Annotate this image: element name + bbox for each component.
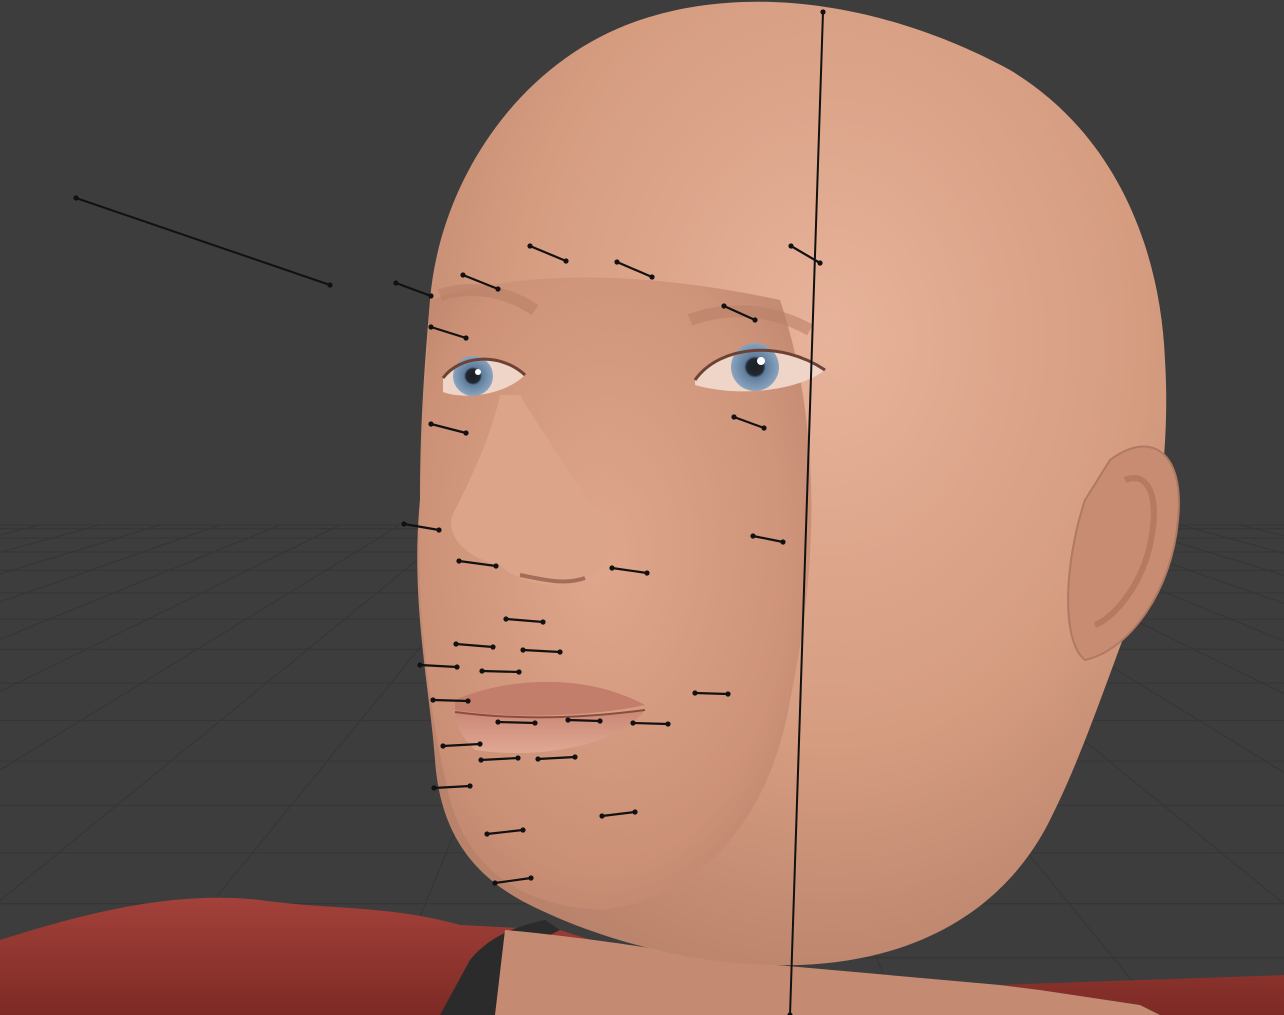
bone-joint — [527, 243, 533, 249]
viewport-scene[interactable] — [0, 0, 1284, 1015]
bone-joint — [393, 280, 399, 286]
bone-joint — [557, 649, 563, 655]
bone-joint — [495, 719, 501, 725]
bone-joint — [495, 286, 501, 292]
bone-joint — [665, 721, 671, 727]
bone-joint — [565, 717, 571, 723]
bone-joint — [725, 691, 731, 697]
bone-joint — [630, 720, 636, 726]
bone-joint — [692, 690, 698, 696]
bone-joint — [597, 718, 603, 724]
bone-joint — [460, 272, 466, 278]
bone-joint — [492, 880, 498, 886]
bone[interactable] — [73, 195, 333, 288]
bone-joint — [599, 813, 605, 819]
bone-joint — [436, 527, 442, 533]
bone-joint — [417, 662, 423, 668]
bone-joint — [456, 558, 462, 564]
bone-joint — [440, 743, 446, 749]
bone-joint — [532, 720, 538, 726]
bone-joint — [528, 875, 534, 881]
bone-shaft — [632, 721, 669, 726]
bone-joint — [817, 260, 823, 266]
bone-joint — [520, 827, 526, 833]
bone-joint — [540, 619, 546, 625]
bone-joint — [520, 647, 526, 653]
bone-joint — [463, 335, 469, 341]
bone-joint — [428, 324, 434, 330]
bone-shaft — [497, 720, 536, 725]
bone-joint — [454, 664, 460, 670]
bone-shaft — [481, 669, 520, 674]
bone-joint — [752, 317, 758, 323]
bone-joint — [563, 258, 569, 264]
bone-shaft — [432, 698, 469, 703]
bone-joint — [428, 421, 434, 427]
bone[interactable] — [393, 280, 434, 299]
bone-joint — [453, 641, 459, 647]
bone-joint — [478, 757, 484, 763]
bone-joint — [761, 425, 767, 431]
bone-joint — [401, 521, 407, 527]
bone-joint — [431, 785, 437, 791]
bone-joint — [73, 195, 79, 201]
bone-joint — [477, 741, 483, 747]
bone-shaft — [567, 718, 601, 723]
bone-joint — [479, 668, 485, 674]
bone-joint — [614, 259, 620, 265]
bone-shaft — [75, 197, 331, 286]
bone-joint — [649, 274, 655, 280]
bone-joint — [516, 669, 522, 675]
bone-joint — [644, 570, 650, 576]
bone-joint — [465, 698, 471, 704]
bone-joint — [572, 754, 578, 760]
bone-shaft — [395, 281, 432, 298]
bone-joint — [632, 809, 638, 815]
bone-joint — [788, 243, 794, 249]
bone-joint — [535, 756, 541, 762]
bone-joint — [467, 783, 473, 789]
bone-joint — [503, 616, 509, 622]
bone-joint — [515, 755, 521, 761]
bone-joint — [463, 430, 469, 436]
bone-joint — [428, 293, 434, 299]
3d-viewport[interactable] — [0, 0, 1284, 1015]
grid-line-vertical — [1239, 524, 1284, 537]
bone-joint — [609, 565, 615, 571]
bone-joint — [493, 563, 499, 569]
bone-joint — [721, 303, 727, 309]
bone-joint — [327, 282, 333, 288]
grid-line-vertical — [1179, 524, 1284, 554]
bone-joint — [820, 9, 826, 15]
bone-joint — [484, 831, 490, 837]
bone-joint — [490, 644, 496, 650]
bone-shaft — [694, 691, 729, 696]
bone-joint — [430, 697, 436, 703]
bone-joint — [780, 539, 786, 545]
bone-joint — [750, 533, 756, 539]
bone-joint — [731, 414, 737, 420]
